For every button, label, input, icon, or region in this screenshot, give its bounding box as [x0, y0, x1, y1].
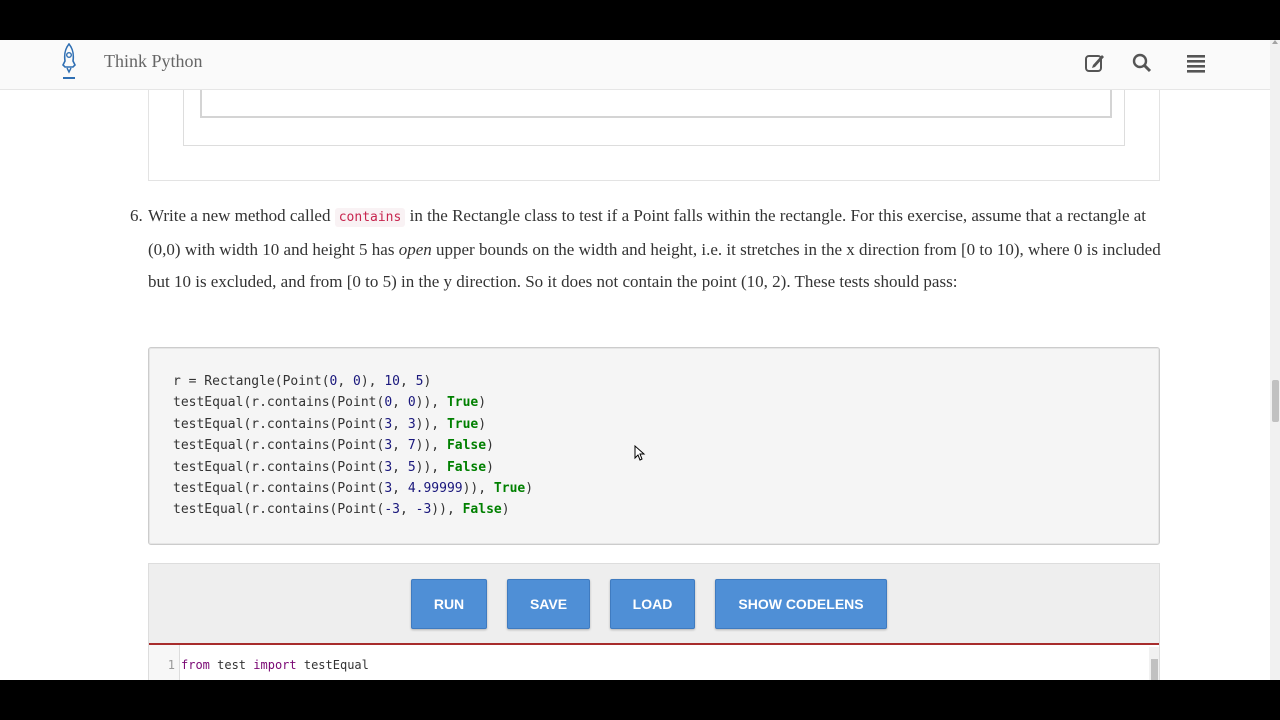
exercise-text-1: Write a new method called [148, 206, 335, 225]
test-code-block: r = Rectangle(Point(0, 0), 10, 5) testEqu… [148, 347, 1160, 545]
rocket-logo-icon[interactable] [58, 43, 80, 81]
editor-gutter: 1 [149, 645, 180, 680]
activecode-panel: RUN SAVE LOAD SHOW CODELENS 1 from test … [148, 563, 1160, 680]
exercise-number: 6. [130, 206, 143, 225]
page-scrollbar-thumb[interactable] [1272, 380, 1279, 422]
code-line: testEqual(r.contains(Point(-3, -3)), Fal… [173, 502, 510, 518]
save-button[interactable]: SAVE [507, 579, 590, 629]
code-line: testEqual(r.contains(Point(3, 4.99999)),… [173, 481, 534, 497]
code-lines: r = Rectangle(Point(0, 0), 10, 5) testEqu… [173, 371, 533, 521]
code-line: testEqual(r.contains(Point(3, 5)), False… [173, 459, 494, 475]
edit-icon[interactable] [1084, 52, 1106, 74]
menu-icon[interactable] [1185, 52, 1207, 74]
code-line: testEqual(r.contains(Point(0, 0)), True) [173, 395, 487, 411]
exercise-6: 6. Write a new method called contains in… [130, 200, 1164, 298]
editor-line[interactable]: from test import testEqual [181, 658, 369, 672]
search-icon[interactable] [1131, 52, 1153, 74]
exercise-emphasis-open: open [398, 240, 432, 259]
code-line: testEqual(r.contains(Point(3, 7)), False… [173, 438, 494, 454]
load-button[interactable]: LOAD [610, 579, 695, 629]
site-title[interactable]: Think Python [104, 51, 203, 72]
navbar: Think Python [0, 40, 1270, 90]
show-codelens-button[interactable]: SHOW CODELENS [715, 579, 887, 629]
inline-code-contains: contains [334, 208, 406, 227]
page-viewport: Think Python 6. Write a new method calle… [0, 40, 1280, 680]
code-line: testEqual(r.contains(Point(3, 3)), True) [173, 416, 487, 432]
page-scrollbar[interactable] [1270, 40, 1280, 680]
scroll-up-arrow-icon[interactable] [1272, 40, 1278, 44]
editor-scrollbar[interactable] [1149, 647, 1159, 680]
mouse-cursor-icon [634, 445, 646, 461]
line-number: 1 [167, 658, 175, 672]
run-button[interactable]: RUN [411, 579, 487, 629]
code-line: r = Rectangle(Point(0, 0), 10, 5) [173, 374, 432, 389]
code-editor[interactable]: 1 from test import testEqual [149, 643, 1159, 680]
editor-scrollbar-thumb[interactable] [1151, 659, 1158, 680]
